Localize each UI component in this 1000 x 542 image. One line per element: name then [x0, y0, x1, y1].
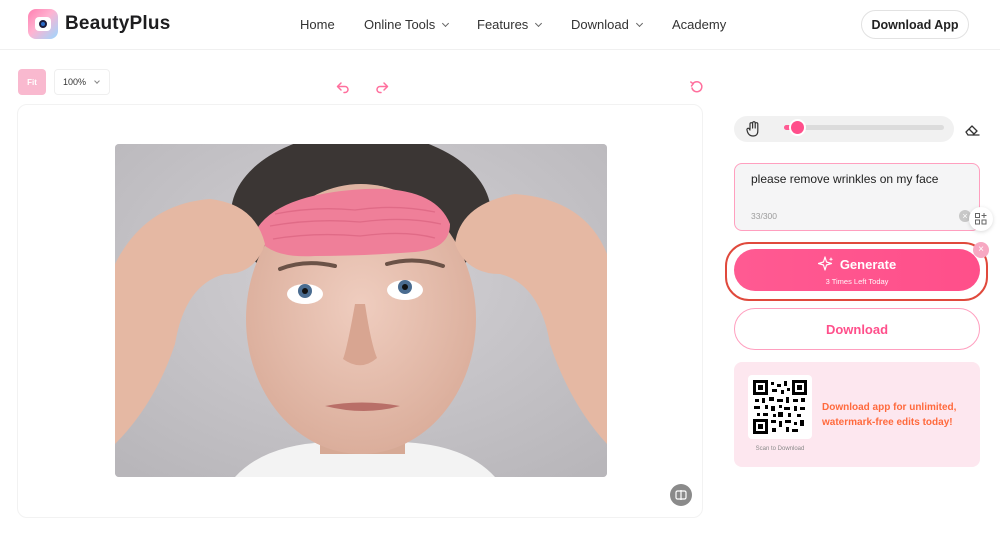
prompt-textarea[interactable]: please remove wrinkles on my face 33/300…: [734, 163, 980, 231]
download-button[interactable]: Download: [734, 308, 980, 350]
nav-online-tools[interactable]: Online Tools: [364, 17, 450, 32]
lens-icon: [39, 20, 47, 28]
nav-features[interactable]: Features: [477, 17, 543, 32]
nav-academy-label: Academy: [672, 17, 727, 32]
generate-remaining: 3 Times Left Today: [825, 277, 889, 286]
brand-name[interactable]: BeautyPlus: [65, 13, 170, 35]
scan-caption: Scan to Download: [755, 446, 805, 452]
brush-size-slider[interactable]: [784, 121, 944, 134]
nav-home[interactable]: Home: [300, 17, 335, 32]
apps-icon: [975, 213, 987, 225]
prompt-char-count: 33/300: [751, 211, 777, 221]
chevron-down-icon: [442, 19, 450, 27]
nav-download-label: Download: [571, 17, 629, 32]
hand-brush-icon[interactable]: [746, 121, 760, 137]
eraser-icon[interactable]: [964, 121, 980, 137]
top-header: BeautyPlus Home Online Tools Features Do…: [0, 0, 1000, 50]
chevron-down-icon: [635, 19, 643, 27]
nav-online-tools-label: Online Tools: [364, 17, 436, 32]
redo-icon[interactable]: [374, 79, 390, 95]
compare-toggle-button[interactable]: [670, 484, 692, 506]
download-app-button[interactable]: Download App: [861, 10, 969, 39]
nav-academy[interactable]: Academy: [672, 17, 726, 32]
side-widget-button[interactable]: [969, 207, 993, 231]
portrait-image: [115, 144, 607, 477]
zoom-value: 100%: [63, 77, 87, 87]
nav-home-label: Home: [300, 17, 335, 32]
beautyplus-logo[interactable]: [28, 9, 58, 39]
brush-size-handle[interactable]: [791, 121, 804, 134]
nav-features-label: Features: [477, 17, 529, 32]
chevron-down-icon: [94, 77, 100, 84]
zoom-select[interactable]: 100%: [54, 69, 110, 95]
compare-icon: [675, 490, 687, 500]
undo-icon[interactable]: [335, 79, 351, 95]
qr-code-image: [753, 380, 807, 434]
app-promo-card: Scan to Download Download app for unlimi…: [734, 362, 980, 467]
chevron-down-icon: [535, 19, 543, 27]
qr-code: [748, 375, 812, 439]
prompt-text: please remove wrinkles on my face: [751, 172, 939, 186]
close-icon[interactable]: ×: [973, 242, 989, 258]
generate-label-row: Generate: [734, 256, 980, 272]
generate-label: Generate: [839, 256, 897, 272]
promo-text: Download app for unlimited, watermark-fr…: [822, 402, 957, 428]
fit-button[interactable]: Fit: [18, 69, 46, 95]
nav-download[interactable]: Download: [571, 17, 643, 32]
reset-icon[interactable]: [689, 79, 705, 95]
brush-size-control: [734, 114, 992, 144]
edited-photo[interactable]: [115, 144, 607, 477]
generate-button[interactable]: Generate 3 Times Left Today: [734, 249, 980, 291]
sparkle-icon: [817, 256, 834, 271]
